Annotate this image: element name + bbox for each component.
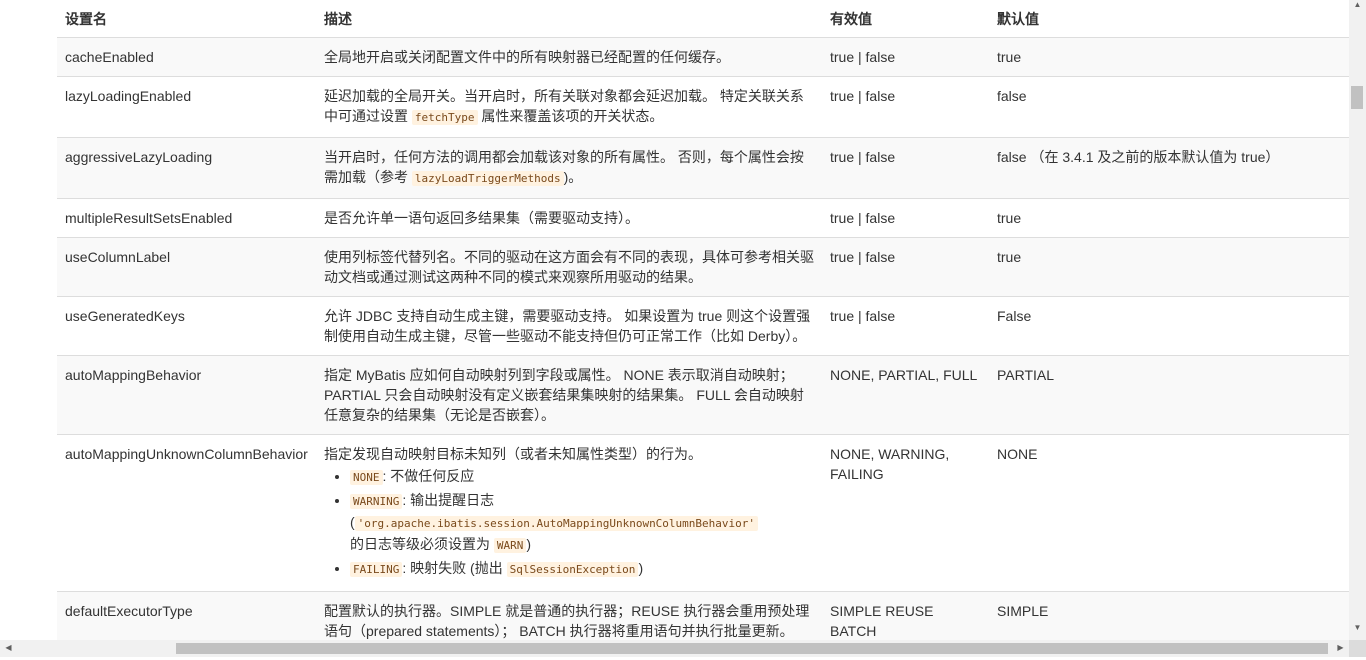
settings-viewport: 设置名 描述 有效值 默认值 cacheEnabled 全局地开启或关闭配置文件…: [0, 0, 1349, 640]
setting-name: useColumnLabel: [57, 237, 316, 297]
setting-valid-values: true | false: [822, 37, 989, 77]
table-row: multipleResultSetsEnabled 是否允许单一语句返回多结果集…: [57, 198, 1349, 238]
setting-description: 指定 MyBatis 应如何自动映射列到字段或属性。 NONE 表示取消自动映射…: [316, 355, 822, 435]
setting-name: autoMappingUnknownColumnBehavior: [57, 434, 316, 592]
table-row: autoMappingUnknownColumnBehavior 指定发现自动映…: [57, 434, 1349, 592]
scrollbar-corner: [1349, 640, 1366, 657]
list-item: FAILING: 映射失败 (抛出 SqlSessionException): [350, 558, 814, 580]
option-text: : 映射失败 (抛出: [402, 560, 507, 576]
settings-table: 设置名 描述 有效值 默认值 cacheEnabled 全局地开启或关闭配置文件…: [57, 0, 1349, 640]
header-default-value: 默认值: [989, 0, 1349, 38]
setting-valid-values: true | false: [822, 76, 989, 138]
setting-name: lazyLoadingEnabled: [57, 76, 316, 138]
vertical-scroll-thumb[interactable]: [1351, 86, 1363, 109]
table-row: autoMappingBehavior 指定 MyBatis 应如何自动映射列到…: [57, 355, 1349, 435]
paren-open: (: [350, 514, 355, 530]
scroll-left-arrow-icon[interactable]: ◀: [0, 643, 17, 660]
paren-close: ): [638, 560, 644, 576]
scroll-up-arrow-icon[interactable]: ▲: [1349, 0, 1366, 17]
horizontal-scrollbar[interactable]: ◀ ▶: [0, 640, 1349, 657]
table-row: aggressiveLazyLoading 当开启时，任何方法的调用都会加载该对…: [57, 137, 1349, 199]
paren-close: ): [526, 536, 532, 552]
setting-default: true: [989, 198, 1349, 238]
setting-description: 延迟加载的全局开关。当开启时，所有关联对象都会延迟加载。 特定关联关系中可通过设…: [316, 76, 822, 138]
setting-description: 指定发现自动映射目标未知列（或者未知属性类型）的行为。 NONE: 不做任何反应…: [316, 434, 822, 592]
setting-valid-values: NONE, PARTIAL, FULL: [822, 355, 989, 435]
setting-description: 当开启时，任何方法的调用都会加载该对象的所有属性。 否则，每个属性会按需加载（参…: [316, 137, 822, 199]
inline-code: lazyLoadTriggerMethods: [411, 171, 564, 186]
inline-code: WARN: [493, 538, 527, 553]
horizontal-scroll-thumb[interactable]: [176, 643, 1328, 654]
setting-description: 使用列标签代替列名。不同的驱动在这方面会有不同的表现，具体可参考相关驱动文档或通…: [316, 237, 822, 297]
setting-valid-values: true | false: [822, 137, 989, 199]
description-text: 属性来覆盖该项的开关状态。: [477, 108, 664, 124]
setting-default: SIMPLE: [989, 591, 1349, 640]
header-description: 描述: [316, 0, 822, 38]
vertical-scrollbar[interactable]: ▲ ▼: [1349, 0, 1366, 640]
inline-code: NONE: [350, 470, 383, 485]
setting-description: 配置默认的执行器。SIMPLE 就是普通的执行器；REUSE 执行器会重用预处理…: [316, 591, 822, 640]
list-item: NONE: 不做任何反应: [350, 466, 814, 488]
scroll-right-arrow-icon[interactable]: ▶: [1332, 643, 1349, 660]
setting-description: 全局地开启或关闭配置文件中的所有映射器已经配置的任何缓存。: [316, 37, 822, 77]
setting-default: false: [989, 76, 1349, 138]
table-header-row: 设置名 描述 有效值 默认值: [57, 0, 1349, 38]
setting-description: 是否允许单一语句返回多结果集（需要驱动支持）。: [316, 198, 822, 238]
setting-default: False: [989, 296, 1349, 356]
setting-default: true: [989, 37, 1349, 77]
setting-default: false （在 3.4.1 及之前的版本默认值为 true）: [989, 137, 1349, 199]
setting-name: autoMappingBehavior: [57, 355, 316, 435]
inline-code: SqlSessionException: [506, 562, 639, 577]
setting-default: true: [989, 237, 1349, 297]
inline-code: 'org.apache.ibatis.session.AutoMappingUn…: [354, 516, 759, 531]
setting-valid-values: NONE, WARNING, FAILING: [822, 434, 989, 592]
table-row: useColumnLabel 使用列标签代替列名。不同的驱动在这方面会有不同的表…: [57, 237, 1349, 297]
inline-code: fetchType: [411, 110, 478, 125]
setting-name: useGeneratedKeys: [57, 296, 316, 356]
setting-valid-values: true | false: [822, 198, 989, 238]
option-text: : 输出提醒日志: [402, 492, 495, 508]
description-text: )。: [563, 169, 583, 185]
setting-default: NONE: [989, 434, 1349, 592]
header-setting-name: 设置名: [57, 0, 316, 38]
description-text: 指定发现自动映射目标未知列（或者未知属性类型）的行为。: [324, 446, 702, 462]
behavior-options-list: NONE: 不做任何反应 WARNING: 输出提醒日志 ('org.apache…: [324, 466, 814, 580]
inline-code: FAILING: [350, 562, 403, 577]
inline-code: WARNING: [350, 494, 403, 509]
header-valid-values: 有效值: [822, 0, 989, 38]
table-row: defaultExecutorType 配置默认的执行器。SIMPLE 就是普通…: [57, 591, 1349, 640]
setting-valid-values: true | false: [822, 296, 989, 356]
table-row: useGeneratedKeys 允许 JDBC 支持自动生成主键，需要驱动支持…: [57, 296, 1349, 356]
setting-default: PARTIAL: [989, 355, 1349, 435]
setting-description: 允许 JDBC 支持自动生成主键，需要驱动支持。 如果设置为 true 则这个设…: [316, 296, 822, 356]
list-item: WARNING: 输出提醒日志 ('org.apache.ibatis.sessi…: [350, 490, 814, 556]
setting-name: multipleResultSetsEnabled: [57, 198, 316, 238]
setting-name: aggressiveLazyLoading: [57, 137, 316, 199]
option-text: 的日志等级必须设置为: [350, 536, 494, 552]
setting-valid-values: SIMPLE REUSE BATCH: [822, 591, 989, 640]
scroll-down-arrow-icon[interactable]: ▼: [1349, 623, 1366, 640]
setting-name: defaultExecutorType: [57, 591, 316, 640]
setting-name: cacheEnabled: [57, 37, 316, 77]
setting-valid-values: true | false: [822, 237, 989, 297]
table-row: cacheEnabled 全局地开启或关闭配置文件中的所有映射器已经配置的任何缓…: [57, 37, 1349, 77]
table-row: lazyLoadingEnabled 延迟加载的全局开关。当开启时，所有关联对象…: [57, 76, 1349, 138]
option-text: : 不做任何反应: [382, 468, 475, 484]
